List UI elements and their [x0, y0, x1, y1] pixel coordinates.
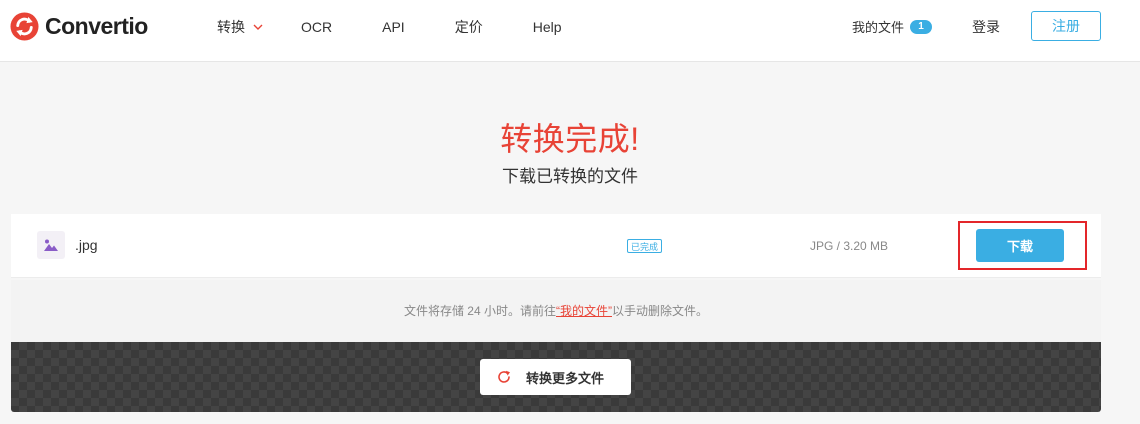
- page-title: 转换完成!: [500, 121, 640, 157]
- nav-ocr-label: OCR: [301, 19, 333, 35]
- register-button[interactable]: 注册: [1031, 11, 1101, 41]
- refresh-icon: [498, 370, 510, 383]
- file-name: .jpg: [75, 237, 98, 253]
- my-files-notice-link[interactable]: “我的文件”: [556, 304, 612, 318]
- right-nav: 我的文件 1: [852, 17, 933, 36]
- my-files-link[interactable]: 我的文件 1: [852, 17, 933, 36]
- convert-more-label: 转换更多文件: [526, 370, 605, 386]
- logo-text: Convertio: [45, 12, 148, 39]
- nav-convert[interactable]: 转换: [217, 17, 263, 37]
- notice-suffix: 以手动删除文件。: [612, 304, 709, 318]
- image-icon: [44, 239, 58, 251]
- nav-help[interactable]: Help: [533, 19, 562, 35]
- chevron-down-icon: [253, 24, 263, 30]
- login-link[interactable]: 登录: [972, 17, 1000, 37]
- image-file-icon: [37, 231, 65, 259]
- status-badge: 已完成: [627, 239, 663, 253]
- nav-convert-label: 转换: [217, 19, 245, 35]
- convert-more-bar: 转换更多文件: [11, 342, 1101, 412]
- storage-notice: 文件将存储 24 小时。请前往“我的文件”以手动删除文件。: [11, 280, 1101, 342]
- notice-prefix: 文件将存储 24 小时。请前往: [403, 304, 556, 318]
- main-nav: 转换 OCR API 定价 Help: [217, 17, 612, 37]
- download-button[interactable]: 下载: [976, 229, 1064, 262]
- nav-pricing-label: 定价: [454, 19, 483, 35]
- nav-api[interactable]: API: [382, 19, 405, 35]
- convert-more-button[interactable]: 转换更多文件: [480, 359, 631, 395]
- my-files-label: 我的文件: [852, 20, 905, 35]
- convertio-logo-icon: [10, 11, 39, 41]
- nav-api-label: API: [382, 19, 405, 35]
- file-meta: JPG / 3.20 MB: [810, 239, 889, 253]
- nav-pricing[interactable]: 定价: [455, 17, 483, 37]
- file-row: .jpg 已完成 JPG / 3.20 MB 下载: [11, 214, 1101, 278]
- nav-ocr[interactable]: OCR: [301, 19, 332, 35]
- nav-help-label: Help: [532, 19, 562, 35]
- top-header: Convertio 转换 OCR API 定价 Help 我的文件 1 登录 注…: [0, 0, 1140, 62]
- my-files-count-badge: 1: [910, 19, 933, 34]
- logo[interactable]: Convertio: [10, 11, 148, 41]
- page-subtitle: 下载已转换的文件: [502, 167, 638, 186]
